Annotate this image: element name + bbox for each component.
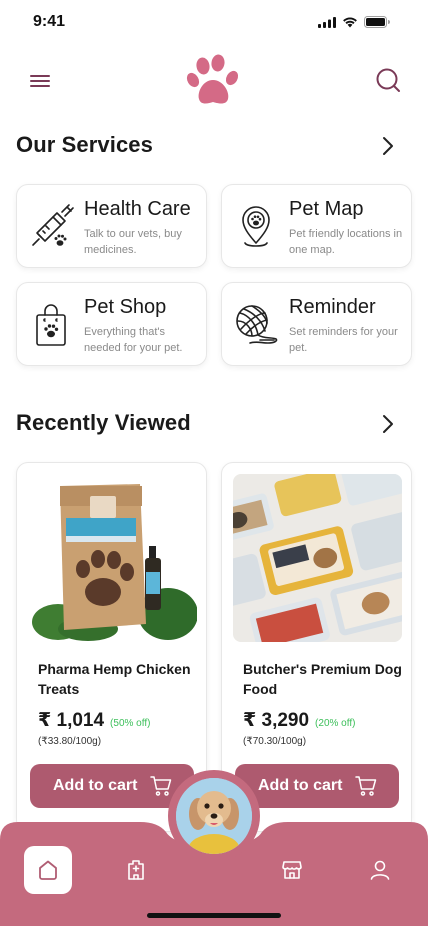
dog-avatar-image: [176, 778, 252, 854]
services-header: Our Services: [16, 132, 412, 162]
search-icon: [376, 68, 400, 92]
profile-icon: [370, 860, 390, 880]
nav-hospital[interactable]: [112, 846, 160, 894]
chevron-right-icon[interactable]: [378, 412, 398, 436]
yarn-ball-icon: [236, 305, 278, 344]
service-title: Reminder: [289, 296, 376, 318]
nav-home[interactable]: [24, 846, 72, 894]
product-image-hemp-treats[interactable]: [28, 474, 197, 642]
service-card-pet-map[interactable]: Pet Map Pet friendly locations in one ma…: [221, 184, 412, 268]
wifi-icon: [343, 17, 357, 28]
cart-icon: [355, 776, 377, 796]
hospital-icon: [128, 860, 144, 880]
recent-header: Recently Viewed: [16, 410, 412, 440]
dog-avatar[interactable]: [176, 778, 252, 854]
status-time: 9:41: [33, 13, 66, 30]
chevron-right-icon[interactable]: [378, 134, 398, 158]
product-price: ₹ 1,014: [38, 710, 105, 731]
status-bar: 9:41: [0, 0, 428, 44]
price-row: ₹ 3,290 (20% off): [243, 709, 355, 732]
product-image-dog-food[interactable]: [233, 474, 402, 642]
status-icons: [318, 16, 390, 28]
app-header: [0, 50, 428, 110]
shopping-bag-paw-icon: [36, 304, 66, 346]
menu-button[interactable]: [26, 70, 54, 90]
add-to-cart-label: Add to cart: [258, 777, 343, 794]
store-icon: [282, 861, 302, 879]
service-title: Health Care: [84, 198, 191, 220]
product-name: Pharma Hemp Chicken Treats: [38, 661, 191, 697]
map-pin-paw-icon: [242, 206, 270, 247]
service-title: Pet Map: [289, 198, 364, 220]
product-price: ₹ 3,290: [243, 710, 310, 731]
hamburger-menu-icon: [30, 75, 50, 87]
home-indicator: [147, 913, 281, 918]
service-title: Pet Shop: [84, 296, 167, 318]
add-to-cart-button[interactable]: Add to cart: [235, 764, 399, 808]
syringe-paw-icon: [32, 204, 74, 246]
cart-icon: [150, 776, 172, 796]
add-to-cart-label: Add to cart: [53, 777, 138, 794]
price-row: ₹ 1,014 (50% off): [38, 709, 150, 732]
search-button[interactable]: [374, 66, 402, 94]
home-icon: [39, 860, 57, 880]
nav-store[interactable]: [268, 846, 316, 894]
services-title: Our Services: [16, 132, 153, 157]
battery-icon: [364, 16, 390, 28]
recent-title: Recently Viewed: [16, 410, 191, 435]
service-description: Talk to our vets, buy medicines.: [84, 228, 182, 256]
nav-profile[interactable]: [356, 846, 404, 894]
unit-price: (₹33.80/100g): [38, 736, 102, 747]
unit-price: (₹70.30/100g): [243, 736, 307, 747]
discount-label: (20% off): [315, 718, 356, 729]
service-description: Everything that's needed for your pet.: [84, 326, 183, 354]
discount-label: (50% off): [110, 718, 151, 729]
paw-logo-icon: [186, 54, 239, 104]
service-card-pet-shop[interactable]: Pet Shop Everything that's needed for yo…: [16, 282, 207, 366]
service-description: Pet friendly locations in one map.: [289, 228, 403, 256]
product-name: Butcher's Premium Dog Food: [243, 661, 402, 697]
service-card-reminder[interactable]: Reminder Set reminders for your pet.: [221, 282, 412, 366]
signal-icon: [318, 16, 336, 28]
services-grid: Health Care Talk to our vets, buy medici…: [16, 184, 412, 366]
product-card[interactable]: Butcher's Premium Dog Food ₹ 3,290 (20% …: [221, 462, 412, 832]
service-card-health-care[interactable]: Health Care Talk to our vets, buy medici…: [16, 184, 207, 268]
service-description: Set reminders for your pet.: [289, 326, 398, 354]
product-card[interactable]: Pharma Hemp Chicken Treats ₹ 1,014 (50% …: [16, 462, 207, 832]
